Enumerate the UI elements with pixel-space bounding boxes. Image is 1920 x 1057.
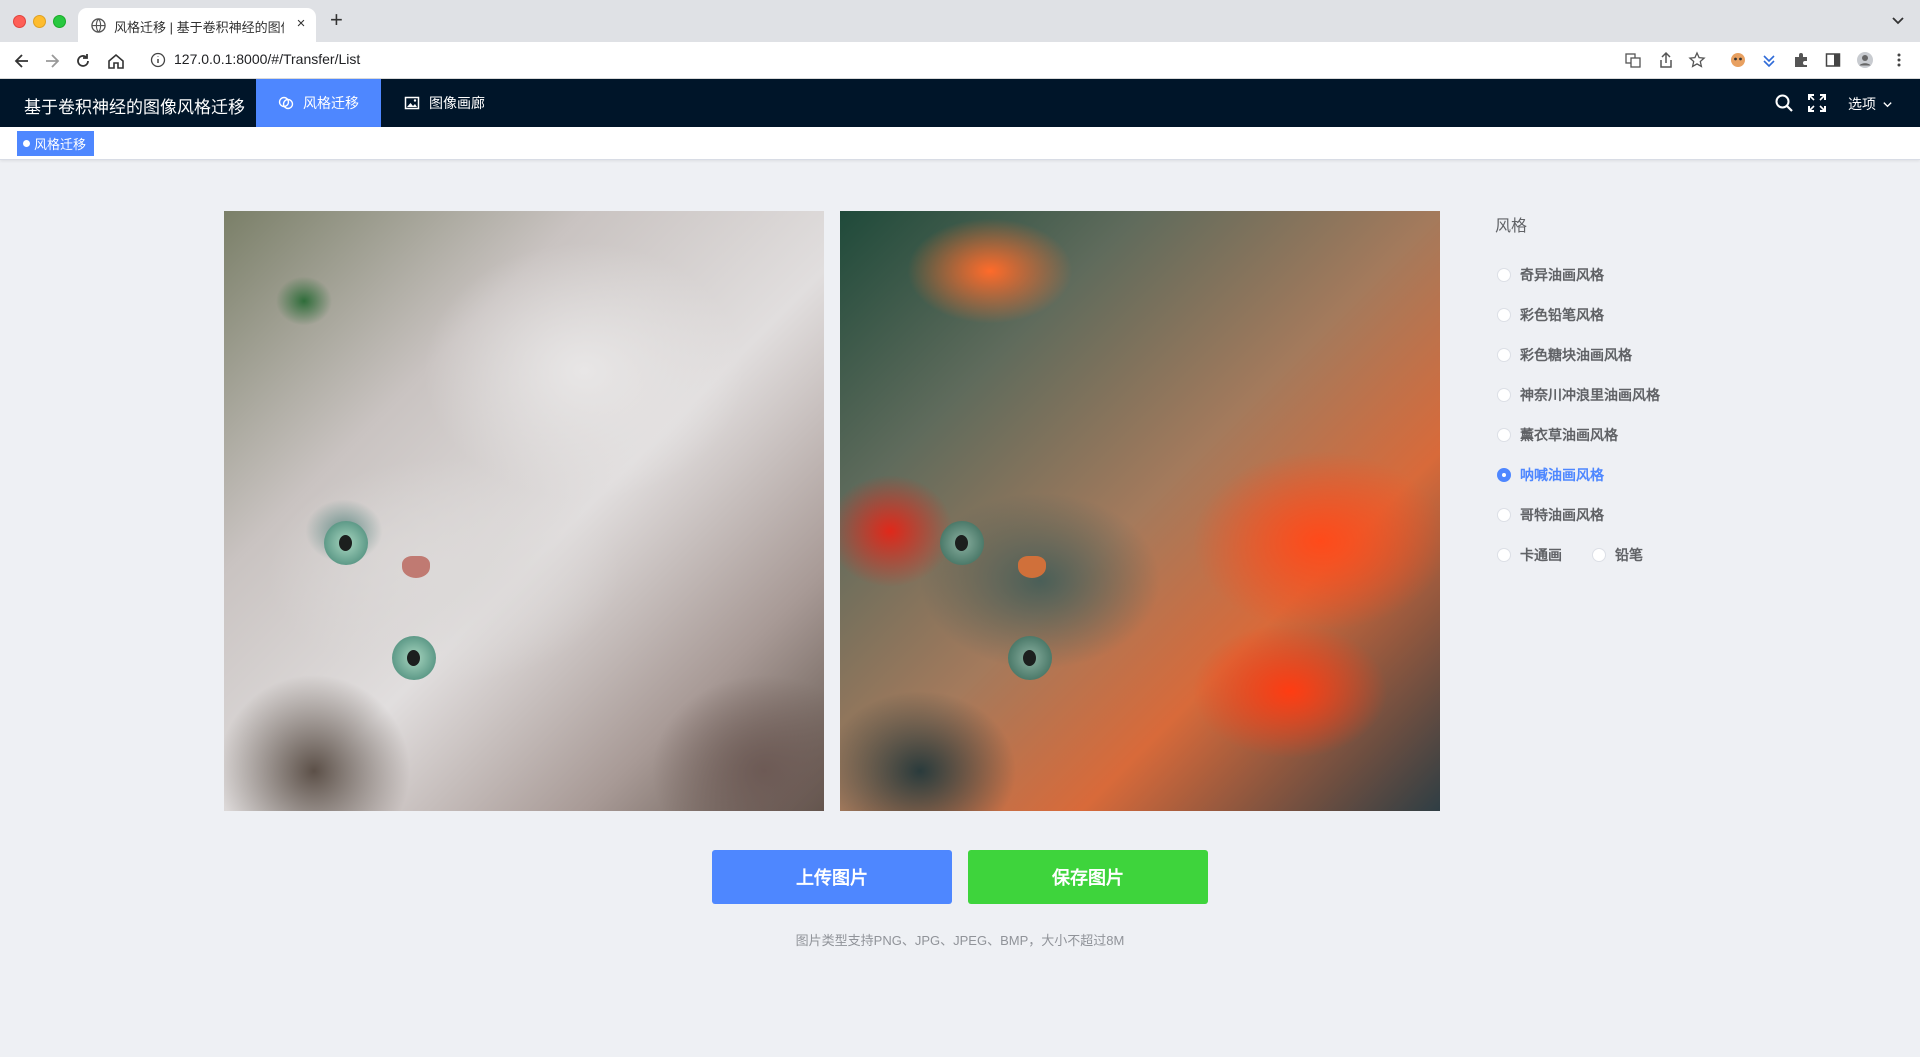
style-radio[interactable]: 彩色糖块油画风格 xyxy=(1497,345,1632,365)
app-header: 基于卷积神经的图像风格迁移 风格迁移 图像画廊 选项 xyxy=(0,79,1920,127)
tag-label: 风格迁移 xyxy=(34,137,87,152)
style-radio[interactable]: 薰衣草油画风格 xyxy=(1497,425,1618,445)
options-dropdown[interactable]: 选项 xyxy=(1848,94,1893,114)
window-minimize-button[interactable] xyxy=(33,15,46,28)
radio-circle[interactable] xyxy=(1497,508,1511,522)
menu-item-style-transfer[interactable]: 风格迁移 xyxy=(256,79,381,127)
url-text[interactable]: 127.0.0.1:8000/#/Transfer/List xyxy=(174,51,360,67)
window-zoom-button[interactable] xyxy=(53,15,66,28)
options-label: 选项 xyxy=(1848,96,1876,112)
radio-circle[interactable] xyxy=(1497,468,1511,482)
radio-label: 神奈川冲浪里油画风格 xyxy=(1520,387,1660,403)
bookmark-star-icon[interactable] xyxy=(1688,51,1706,69)
radio-label: 铅笔 xyxy=(1615,547,1643,563)
radio-circle[interactable] xyxy=(1497,388,1511,402)
radio-circle[interactable] xyxy=(1497,308,1511,322)
address-bar[interactable] xyxy=(140,46,1910,75)
style-radio[interactable]: 卡通画 xyxy=(1497,545,1562,565)
radio-label: 呐喊油画风格 xyxy=(1520,467,1604,483)
globe-icon xyxy=(91,18,106,33)
puzzle-icon[interactable] xyxy=(1792,51,1810,69)
share-icon[interactable] xyxy=(1657,51,1675,69)
side-panel-icon[interactable] xyxy=(1824,51,1842,69)
radio-label: 卡通画 xyxy=(1520,547,1562,563)
save-image-button[interactable]: 保存图片 xyxy=(968,850,1208,904)
cat-nose xyxy=(1018,556,1046,578)
browser-toolbar: 127.0.0.1:8000/#/Transfer/List xyxy=(0,42,1920,79)
style-radio[interactable]: 神奈川冲浪里油画风格 xyxy=(1497,385,1660,405)
radio-circle[interactable] xyxy=(1497,268,1511,282)
tag-style-transfer[interactable]: 风格迁移 xyxy=(17,131,95,156)
reload-icon[interactable] xyxy=(73,51,93,71)
cat-eye xyxy=(940,521,984,565)
cat-eye xyxy=(324,521,368,565)
tags-view: 风格迁移 xyxy=(0,127,1920,160)
chevron-down-icon xyxy=(1883,101,1892,107)
radio-circle[interactable] xyxy=(1592,548,1606,562)
new-tab-button[interactable]: + xyxy=(330,9,343,31)
original-image xyxy=(224,211,824,811)
radio-label: 薰衣草油画风格 xyxy=(1520,427,1618,443)
radio-circle[interactable] xyxy=(1497,428,1511,442)
menu-item-label: 图像画廊 xyxy=(429,95,485,111)
browser-tab-strip: 风格迁移 | 基于卷积神经的图像风格迁移 × + xyxy=(0,0,1920,42)
chevron-down-icon[interactable] xyxy=(1890,12,1906,28)
home-icon[interactable] xyxy=(106,51,126,71)
site-info-icon[interactable] xyxy=(150,52,166,68)
browser-tab[interactable]: 风格迁移 | 基于卷积神经的图像风格迁移 × xyxy=(78,8,316,42)
radio-label: 彩色铅笔风格 xyxy=(1520,307,1604,323)
style-transfer-icon xyxy=(278,96,294,110)
translate-icon[interactable] xyxy=(1624,51,1642,69)
upload-image-button[interactable]: 上传图片 xyxy=(712,850,952,904)
active-dot xyxy=(23,140,30,147)
radio-circle[interactable] xyxy=(1497,348,1511,362)
cat-nose xyxy=(402,556,430,578)
search-icon[interactable] xyxy=(1774,93,1794,113)
picture-icon xyxy=(404,96,420,110)
extension-arrow-icon[interactable] xyxy=(1760,51,1778,69)
cat-eye xyxy=(392,636,436,680)
radio-label: 彩色糖块油画风格 xyxy=(1520,347,1632,363)
style-radio-selected[interactable]: 呐喊油画风格 xyxy=(1497,465,1604,485)
browser-menu-icon[interactable] xyxy=(1890,51,1908,69)
radio-label: 奇异油画风格 xyxy=(1520,267,1604,283)
style-panel-title: 风格 xyxy=(1495,218,1528,235)
radio-circle[interactable] xyxy=(1497,548,1511,562)
menu-item-label: 风格迁移 xyxy=(303,95,359,111)
window-close-button[interactable] xyxy=(13,15,26,28)
app-title: 基于卷积神经的图像风格迁移 xyxy=(24,98,245,117)
back-icon[interactable] xyxy=(12,51,32,71)
cat-eye xyxy=(1008,636,1052,680)
fullscreen-icon[interactable] xyxy=(1807,93,1827,113)
profile-icon[interactable] xyxy=(1856,51,1874,69)
style-radio[interactable]: 奇异油画风格 xyxy=(1497,265,1604,285)
radio-label: 哥特油画风格 xyxy=(1520,507,1604,523)
menu-item-gallery[interactable]: 图像画廊 xyxy=(404,79,485,127)
extension-avatar-icon[interactable] xyxy=(1729,51,1747,69)
styled-image xyxy=(840,211,1440,811)
tab-close-icon[interactable]: × xyxy=(292,15,310,32)
style-radio[interactable]: 铅笔 xyxy=(1592,545,1643,565)
style-radio[interactable]: 彩色铅笔风格 xyxy=(1497,305,1604,325)
upload-hint: 图片类型支持PNG、JPG、JPEG、BMP，大小不超过8M xyxy=(795,933,1125,948)
forward-icon[interactable] xyxy=(42,51,62,71)
style-radio[interactable]: 哥特油画风格 xyxy=(1497,505,1604,525)
tab-title: 风格迁移 | 基于卷积神经的图像风格迁移 xyxy=(114,20,284,35)
